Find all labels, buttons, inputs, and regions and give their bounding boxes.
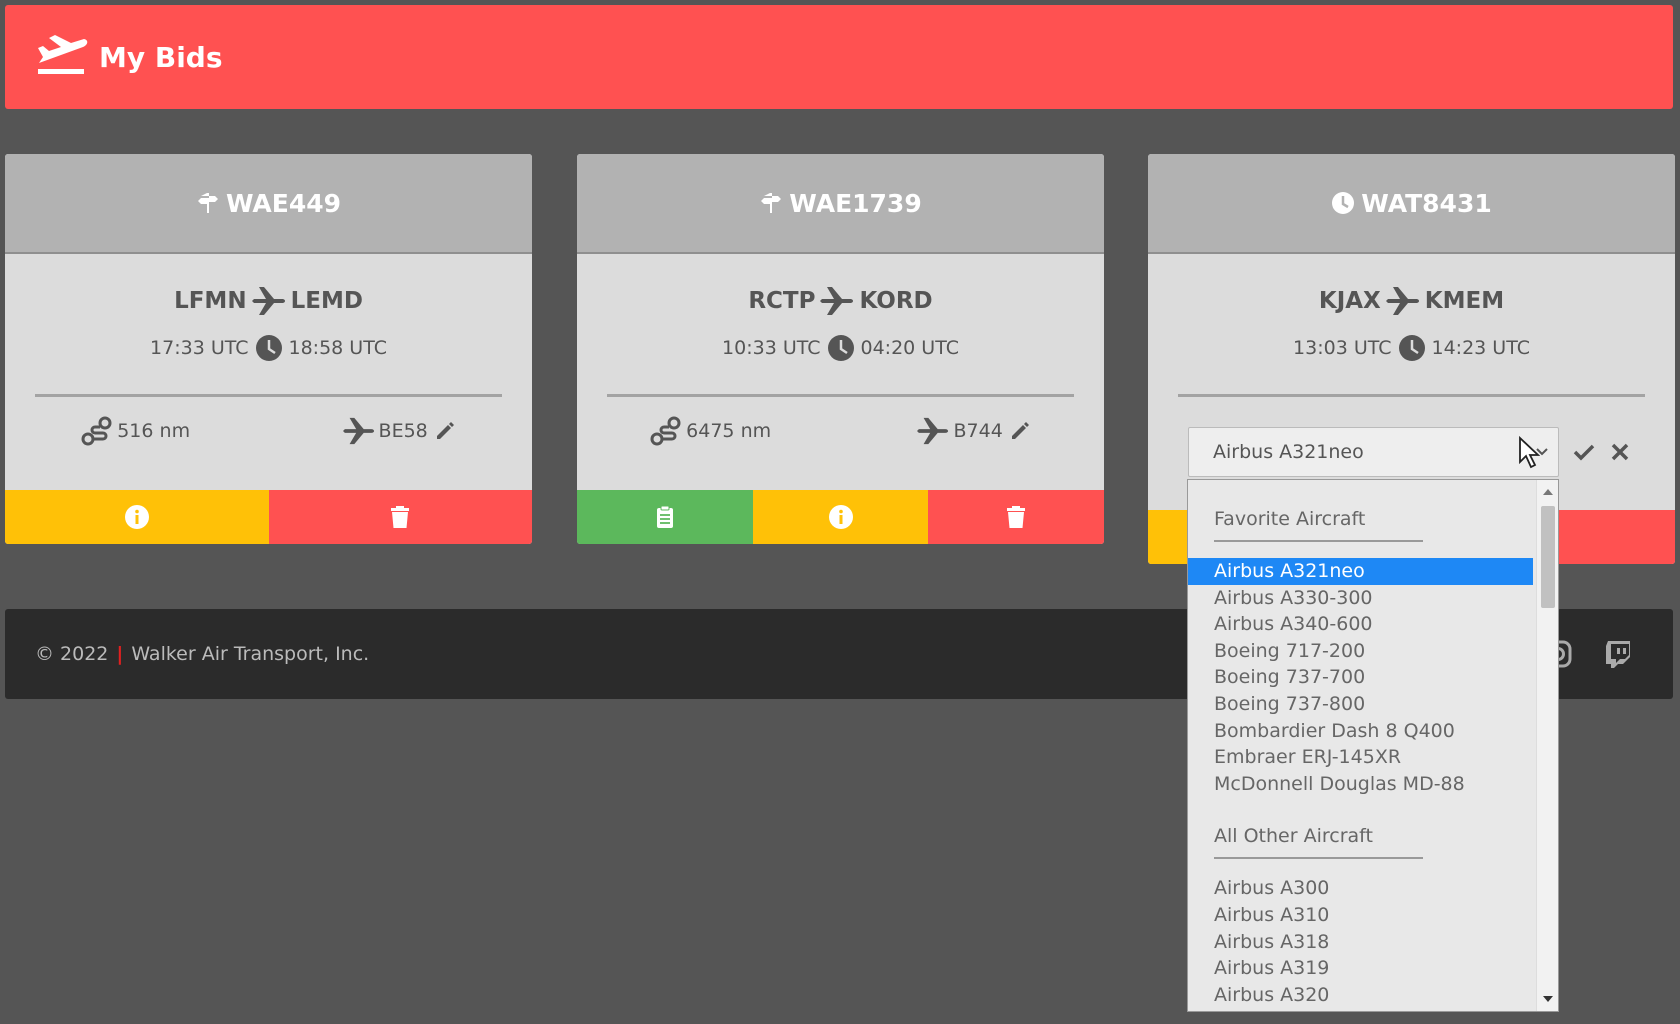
airplane-icon xyxy=(1385,286,1420,316)
divider xyxy=(35,394,502,397)
departure-time: 17:33 UTC xyxy=(150,337,249,359)
route-distance-icon xyxy=(81,416,113,446)
flight-number: WAE1739 xyxy=(789,188,922,218)
airplane-icon xyxy=(917,416,949,446)
bid-card: WAE449 LFMN LEMD 17:33 UTC 18:58 UTC 516… xyxy=(5,154,532,544)
clock-icon xyxy=(1331,191,1355,215)
optgroup-divider xyxy=(1214,857,1423,860)
dropdown-option[interactable]: McDonnell Douglas MD-88 xyxy=(1188,771,1533,798)
flight-number: WAT8431 xyxy=(1361,188,1492,218)
aircraft-type: BE58 xyxy=(378,420,428,442)
optgroup-other-label: All Other Aircraft xyxy=(1214,825,1373,848)
card-header: WAE449 xyxy=(5,154,532,254)
scrollbar-thumb[interactable] xyxy=(1541,506,1555,608)
clock-icon xyxy=(827,334,855,362)
optgroup-favorites-label: Favorite Aircraft xyxy=(1214,508,1366,530)
dropdown-option[interactable]: Airbus A319 xyxy=(1188,955,1533,982)
cancel-aircraft-icon[interactable] xyxy=(1610,442,1630,462)
destination-airport: LEMD xyxy=(290,288,363,314)
route: RCTP KORD xyxy=(577,286,1104,316)
dropdown-option[interactable]: Airbus A330-300 xyxy=(1188,585,1533,612)
card-header: WAE1739 xyxy=(577,154,1104,254)
dropdown-option[interactable]: Airbus A300 xyxy=(1188,875,1533,902)
divider xyxy=(607,394,1074,397)
clipboard-icon xyxy=(656,505,673,528)
aircraft-type: B744 xyxy=(953,420,1003,442)
twitch-icon[interactable] xyxy=(1603,639,1633,669)
origin-airport: RCTP xyxy=(748,288,816,314)
aircraft-dropdown-list[interactable]: Favorite Aircraft Airbus A321neo Airbus A… xyxy=(1187,479,1559,1012)
bid-card: WAE1739 RCTP KORD 10:33 UTC 04:20 UTC 64… xyxy=(577,154,1104,544)
dropdown-option[interactable]: Boeing 737-800 xyxy=(1188,691,1533,718)
departure-time: 13:03 UTC xyxy=(1293,337,1392,359)
airplane-icon xyxy=(342,416,375,446)
distance: 6475 nm xyxy=(686,420,772,442)
signpost-icon xyxy=(196,191,220,215)
optgroup-divider xyxy=(1214,540,1423,542)
origin-airport: LFMN xyxy=(174,288,247,314)
delete-button[interactable] xyxy=(268,490,532,544)
dropdown-option[interactable]: Airbus A310 xyxy=(1188,902,1533,929)
clock-icon xyxy=(255,334,283,362)
trash-icon xyxy=(1007,506,1026,528)
scroll-up-arrow-icon[interactable] xyxy=(1542,486,1554,498)
airplane-icon xyxy=(251,286,286,316)
confirm-aircraft-icon[interactable] xyxy=(1572,440,1596,464)
edit-aircraft-icon[interactable] xyxy=(1009,420,1031,442)
arrival-time: 14:23 UTC xyxy=(1431,337,1530,359)
separator: | xyxy=(116,643,124,665)
company-name: Walker Air Transport, Inc. xyxy=(131,643,370,665)
scroll-down-arrow-icon[interactable] xyxy=(1542,993,1554,1005)
aircraft-select[interactable]: Airbus A321neo xyxy=(1188,427,1559,477)
card-actions xyxy=(5,490,532,544)
dropdown-options: Favorite Aircraft Airbus A321neo Airbus A… xyxy=(1188,480,1533,1008)
dropdown-scrollbar[interactable] xyxy=(1536,480,1558,1011)
flight-number: WAE449 xyxy=(225,188,342,218)
info-button[interactable] xyxy=(752,490,929,544)
clock-icon xyxy=(1398,334,1426,362)
airplane-icon xyxy=(820,286,854,316)
dropdown-option[interactable]: Airbus A340-600 xyxy=(1188,611,1533,638)
dropdown-option[interactable]: Airbus A318 xyxy=(1188,929,1533,956)
page-title: My Bids xyxy=(99,40,223,74)
route-distance-icon xyxy=(650,416,682,446)
trash-icon xyxy=(391,506,410,528)
delete-button[interactable] xyxy=(928,490,1104,544)
destination-airport: KORD xyxy=(859,288,933,314)
arrival-time: 18:58 UTC xyxy=(288,337,387,359)
card-actions xyxy=(577,490,1104,544)
card-header: WAT8431 xyxy=(1148,154,1675,254)
info-button[interactable] xyxy=(5,490,269,544)
edit-aircraft-icon[interactable] xyxy=(434,420,456,442)
airplane-departure-icon xyxy=(35,33,89,81)
signpost-icon xyxy=(759,191,783,215)
mouse-cursor-icon xyxy=(1518,436,1540,470)
route: LFMN LEMD xyxy=(5,286,532,316)
distance: 516 nm xyxy=(117,420,191,442)
dropdown-option[interactable]: Airbus A320 xyxy=(1188,982,1533,1009)
destination-airport: KMEM xyxy=(1424,288,1505,314)
divider xyxy=(1178,394,1645,397)
dropdown-option[interactable]: Boeing 717-200 xyxy=(1188,638,1533,665)
schedule: 10:33 UTC 04:20 UTC xyxy=(577,334,1104,362)
arrival-time: 04:20 UTC xyxy=(860,337,959,359)
briefing-button[interactable] xyxy=(577,490,753,544)
copyright: © 2022 xyxy=(35,643,109,665)
flight-stats: 6475 nm B744 xyxy=(577,416,1104,446)
origin-airport: KJAX xyxy=(1318,288,1381,314)
flight-stats: 516 nm BE58 xyxy=(5,416,532,446)
info-icon xyxy=(124,505,149,529)
departure-time: 10:33 UTC xyxy=(722,337,821,359)
schedule: 17:33 UTC 18:58 UTC xyxy=(5,334,532,362)
dropdown-option[interactable]: Bombardier Dash 8 Q400 xyxy=(1188,718,1533,745)
schedule: 13:03 UTC 14:23 UTC xyxy=(1148,334,1675,362)
dropdown-option[interactable]: Embraer ERJ-145XR xyxy=(1188,744,1533,771)
dropdown-option[interactable]: Airbus A321neo xyxy=(1188,558,1533,585)
page-header: My Bids xyxy=(5,5,1673,109)
aircraft-select-value: Airbus A321neo xyxy=(1213,441,1364,463)
route: KJAX KMEM xyxy=(1148,286,1675,316)
dropdown-option[interactable]: Boeing 737-700 xyxy=(1188,664,1533,691)
info-icon xyxy=(828,505,853,529)
